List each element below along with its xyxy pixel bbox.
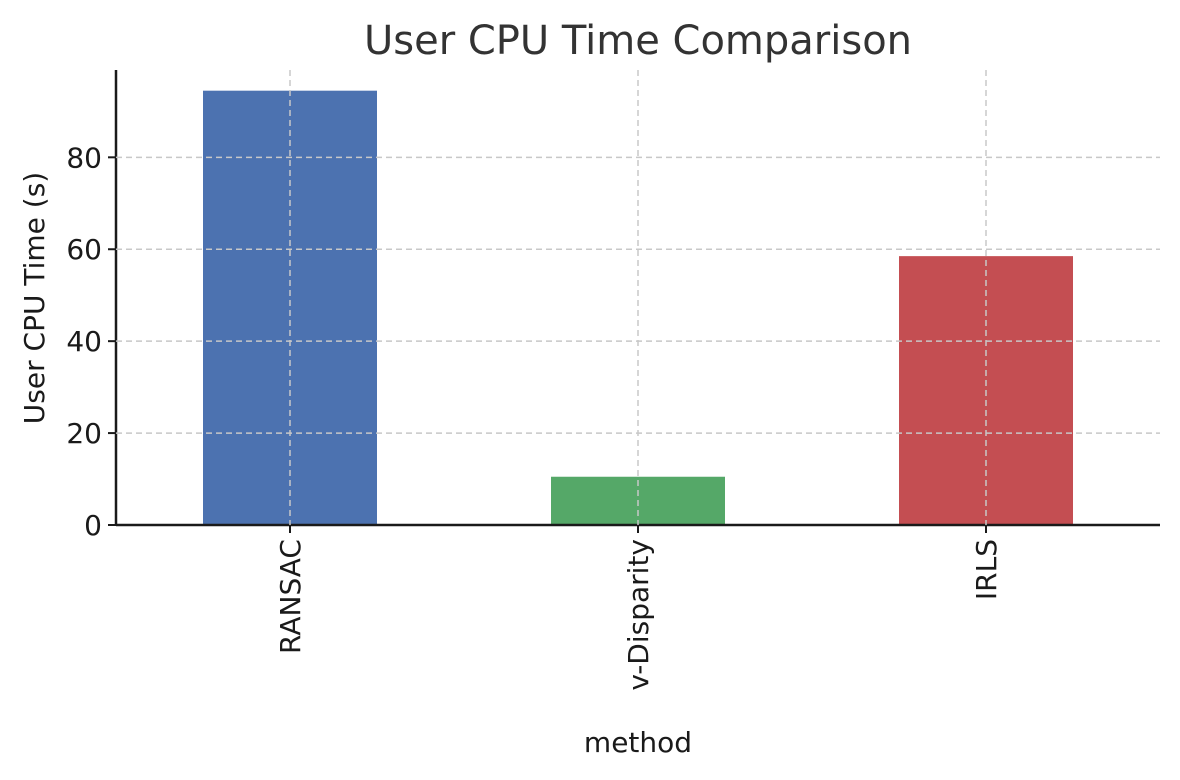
- y-tick-label: 40: [66, 325, 102, 358]
- y-tick-label: 0: [84, 509, 102, 542]
- y-axis-label: User CPU Time (s): [18, 172, 51, 424]
- y-tick-label: 20: [66, 417, 102, 450]
- y-tick-label: 60: [66, 233, 102, 266]
- x-tick-label-irls: IRLS: [970, 539, 1003, 600]
- chart-title: User CPU Time Comparison: [364, 18, 912, 64]
- chart-container: User CPU Time Comparison 0 20 40 60 80 RANSAC…: [0, 0, 1180, 780]
- x-tick-label-ransac: RANSAC: [274, 539, 307, 654]
- bar-chart: User CPU Time Comparison 0 20 40 60 80 RANSAC…: [18, 18, 1160, 759]
- x-axis-label: method: [584, 726, 692, 759]
- y-tick-label: 80: [66, 141, 102, 174]
- x-tick-label-v-disparity: v-Disparity: [622, 539, 655, 691]
